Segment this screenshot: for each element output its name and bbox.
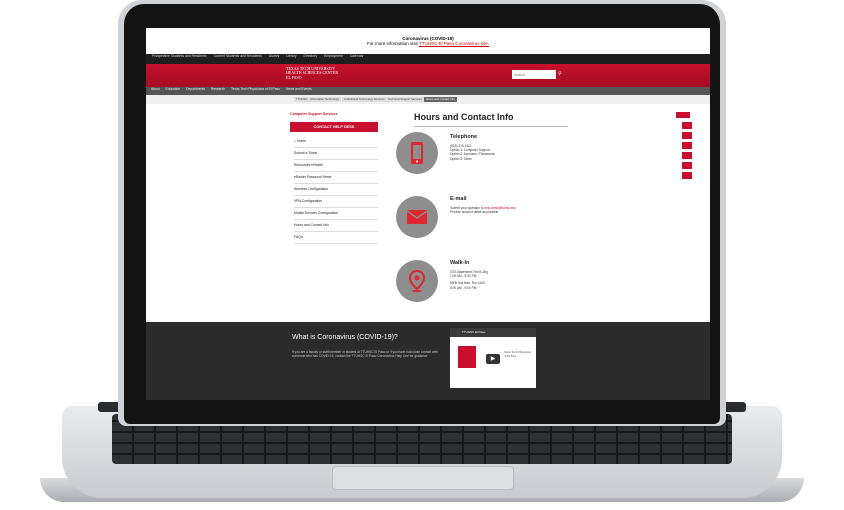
topnav-item[interactable]: Employment	[324, 54, 343, 58]
secondary-nav: About Education Departments Research Tex…	[146, 87, 710, 95]
secnav-item[interactable]: Texas Tech Physicians of El Paso	[231, 87, 280, 91]
laptop-trackpad	[332, 466, 514, 490]
location-pin-icon	[408, 269, 426, 292]
sidebar-item[interactable]: VPN Configuration	[294, 196, 378, 208]
topnav-item[interactable]: Prospective Students and Residents	[152, 54, 207, 58]
laptop-screen: Coronavirus (COVID-19) For more informat…	[146, 28, 710, 400]
video-label: Texas Tech Physicians of El Paso	[504, 350, 532, 358]
footer-title: What is Coronavirus (COVID-19)?	[292, 334, 398, 341]
share-icon[interactable]	[682, 152, 692, 159]
walkin-line: 8:00 AM - 5:00 PM	[450, 285, 477, 290]
share-icon[interactable]	[682, 132, 692, 139]
search-input[interactable]	[512, 70, 556, 79]
search-icon[interactable]: ⚲	[558, 71, 564, 77]
sidebar-item[interactable]: Hours and Contact Info	[294, 220, 378, 232]
covid-banner: Coronavirus (COVID-19) For more informat…	[146, 28, 710, 54]
walkin-circle	[396, 260, 438, 302]
envelope-icon	[406, 210, 428, 224]
sidebar-item[interactable]: Wireless Configuration	[294, 184, 378, 196]
telephone-details: (915) 215-4111 Option 1: Computer Suppor…	[450, 144, 550, 161]
breadcrumb-item[interactable]: Information Technology	[308, 97, 341, 102]
video-title-bar: TTUHSC El Paso	[450, 328, 536, 337]
title-divider	[414, 126, 568, 127]
topnav-item[interactable]: Library	[286, 54, 296, 58]
contact-help-desk-button[interactable]: CONTACT HELP DESK	[290, 122, 378, 132]
topnav-item[interactable]: Calendar	[350, 54, 364, 58]
topnav-item[interactable]: Current Students and Residents	[214, 54, 262, 58]
walkin-details: CSS Basement, Rm B-30g 7:00 AM - 5:00 PM…	[450, 270, 550, 290]
email-details: Submit your question to help.desk@ttuhsc…	[450, 206, 550, 214]
secnav-item[interactable]: News and Events	[286, 87, 312, 91]
secnav-item[interactable]: Departments	[186, 87, 205, 91]
site-header: TEXAS TECH UNIVERSITY HEALTH SCIENCES CE…	[146, 64, 710, 87]
share-icon[interactable]	[682, 172, 692, 179]
share-icon[interactable]	[682, 142, 692, 149]
topnav-item[interactable]: Alumni	[269, 54, 279, 58]
sidebar-title: Computer Support Services	[290, 112, 338, 116]
footer-text: If you are a faculty or staff member or …	[292, 350, 438, 359]
play-icon[interactable]: ▶	[486, 354, 500, 364]
phone-line: Option 3: Other	[450, 156, 472, 161]
breadcrumb-item[interactable]: Technical Support Services	[386, 97, 424, 102]
email-title: E-mail	[450, 196, 467, 202]
secnav-item[interactable]: Research	[211, 87, 225, 91]
social-share-strip	[682, 112, 692, 222]
sidebar-item[interactable]: Mobile Devices Configuration	[294, 208, 378, 220]
topnav-item[interactable]: Directory	[304, 54, 318, 58]
share-icon[interactable]	[682, 162, 692, 169]
secnav-item[interactable]: Education	[166, 87, 181, 91]
sidebar-item[interactable]: Resources eHealth	[294, 160, 378, 172]
sidebar-item[interactable]: eRaider Password Reset	[294, 172, 378, 184]
logo-line-3: EL PASO	[286, 74, 302, 80]
covid-banner-title: Coronavirus (COVID-19)	[402, 36, 454, 41]
breadcrumb-item[interactable]: Institutional Technology Services	[342, 97, 387, 102]
phone-circle	[396, 132, 438, 174]
page-title: Hours and Contact Info	[414, 112, 514, 122]
breadcrumb-item-active[interactable]: Hours and Contact Info	[424, 97, 457, 102]
sidebar-item[interactable]: Submit a Ticket	[294, 148, 378, 160]
telephone-title: Telephone	[450, 134, 478, 140]
secnav-item[interactable]: About	[151, 87, 160, 91]
site-logo[interactable]: TEXAS TECH UNIVERSITY HEALTH SCIENCES CE…	[286, 66, 356, 83]
sidebar-item-label: Home	[297, 139, 307, 143]
covid-banner-line: For more information visit	[367, 41, 418, 46]
sidebar-item-home[interactable]: ⌂ Home	[294, 136, 378, 148]
email-circle	[396, 196, 438, 238]
covid-banner-link[interactable]: TTUHSC El Paso Coronavirus site.	[419, 41, 489, 46]
share-icon[interactable]	[682, 122, 692, 129]
email-line-2: Provide account detail as possible.	[450, 210, 500, 215]
breadcrumb: TTUHSC Information Technology Institutio…	[146, 95, 710, 104]
phone-icon	[411, 142, 423, 164]
sidebar-item[interactable]: FAQ's	[294, 232, 378, 244]
home-icon: ⌂	[294, 139, 297, 143]
top-nav: Prospective Students and Residents Curre…	[146, 54, 710, 64]
walkin-title: Walk-In	[450, 260, 470, 266]
ttuhsc-logo	[458, 346, 476, 368]
